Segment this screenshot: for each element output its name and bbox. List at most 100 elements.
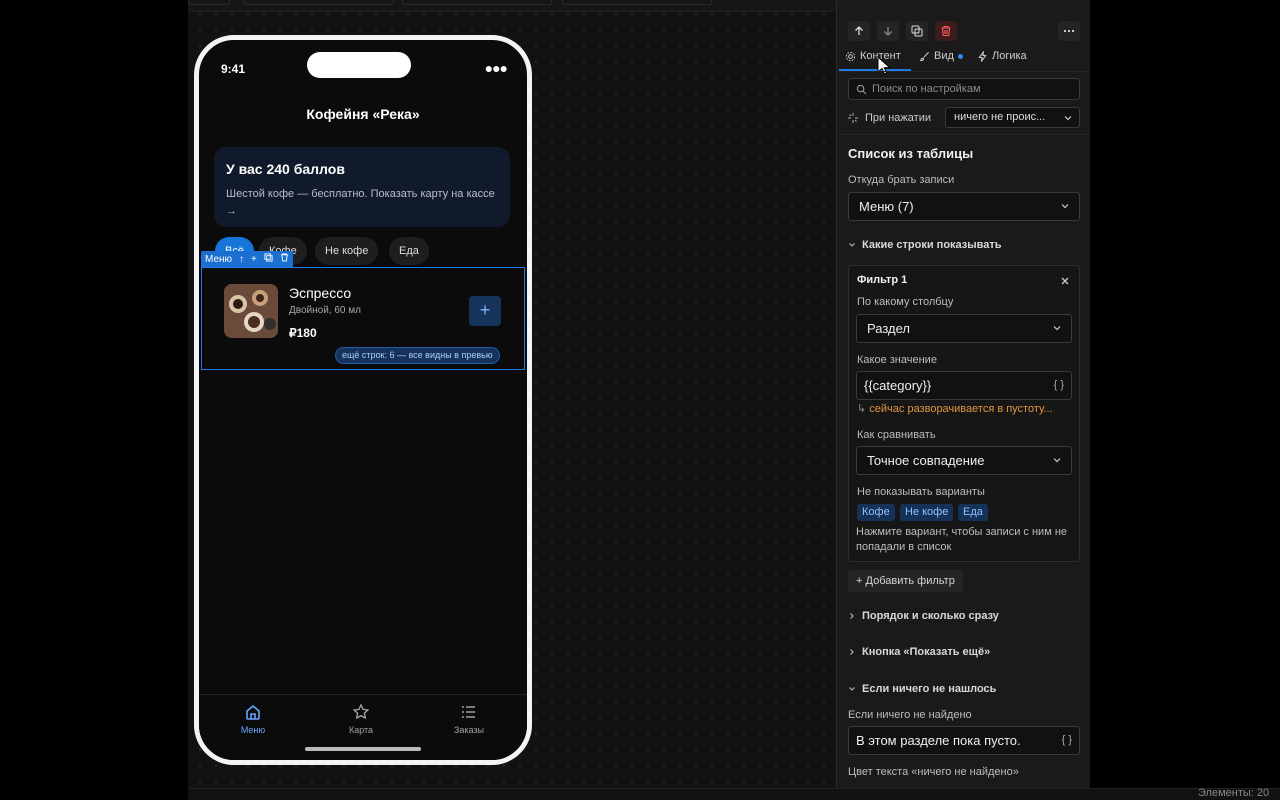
trash-icon (941, 25, 951, 37)
status-icons: ●●● (484, 60, 508, 76)
toolbar-slot[interactable] (188, 0, 230, 5)
exclude-option-food[interactable]: Еда (958, 504, 988, 521)
empty-section-label: Если ничего не нашлось (862, 683, 997, 695)
variable-icon[interactable]: { } (1054, 372, 1064, 399)
points-title: У вас 240 баллов (226, 161, 345, 177)
rows-section-toggle[interactable]: Какие строки показывать (848, 239, 1002, 251)
column-label: По какому столбцу (857, 296, 954, 308)
plus-icon: + (856, 575, 863, 587)
tab-logic-label: Логика (992, 50, 1027, 62)
gear-icon (845, 51, 856, 61)
exclude-hint: Нажмите вариант, чтобы записи с ним не п… (856, 526, 1068, 553)
more-dots-icon (1063, 29, 1075, 33)
rows-section-label: Какие строки показывать (862, 239, 1002, 251)
tab-logic[interactable]: Логика (977, 50, 1027, 62)
toolbar-slot[interactable] (244, 0, 394, 5)
toolbar-slot[interactable] (402, 0, 552, 5)
chip-food[interactable]: Еда (389, 237, 429, 265)
chevron-down-icon (1053, 326, 1061, 331)
points-subtitle: Шестой кофе — бесплатно. Показать карту … (226, 188, 495, 217)
source-label: Откуда брать записи (848, 174, 955, 186)
exclude-option-coffee[interactable]: Кофе (857, 504, 895, 521)
duplicate-button[interactable] (906, 21, 928, 41)
filter-title: Фильтр 1 (857, 274, 908, 286)
variable-icon[interactable]: { } (1062, 727, 1072, 754)
move-up-button[interactable] (848, 21, 870, 41)
outer-background (1090, 0, 1280, 788)
chevron-right-icon (850, 649, 854, 655)
value-label: Какое значение (857, 354, 937, 366)
chip-not-coffee[interactable]: Не кофе (315, 237, 379, 265)
dynamic-island (307, 52, 411, 78)
source-value: Меню (7) (859, 199, 914, 214)
selection-toolbar: Меню ↑ + (201, 251, 293, 267)
points-card[interactable]: У вас 240 баллов Шестой кофе — бесплатно… (214, 147, 510, 227)
tab-content[interactable]: Контент (845, 50, 901, 62)
value-warning: ↳ сейчас разворачивается в пустоту... (857, 402, 1053, 415)
espresso-photo (224, 284, 278, 338)
move-down-button[interactable] (877, 21, 899, 41)
hide-label: Не показывать варианты (857, 486, 985, 498)
delete-icon[interactable] (280, 253, 289, 265)
panel-tabs: Контент Вид Логика (837, 44, 1091, 75)
sparkle-icon (848, 113, 858, 123)
order-section-toggle[interactable]: Порядок и сколько сразу (848, 610, 999, 622)
exclude-option-not-coffee[interactable]: Не кофе (900, 504, 954, 521)
tab-view-label: Вид (934, 50, 954, 62)
tab-view[interactable]: Вид (919, 50, 963, 62)
tab-orders[interactable]: Заказы (415, 703, 523, 735)
more-button-section-toggle[interactable]: Кнопка «Показать ещё» (848, 646, 990, 658)
color-label: Цвет текста «ничего не найдено» (848, 766, 1019, 778)
on-click-row: При нажатии ничего не проис... (847, 107, 1081, 129)
column-select[interactable]: Раздел (856, 314, 1072, 343)
delete-button[interactable] (935, 21, 957, 41)
tab-menu[interactable]: Меню (199, 703, 307, 735)
editor-screen: 9:41 ●●● Кофейня «Река» У вас 240 баллов… (0, 0, 1280, 800)
divider (837, 71, 1091, 72)
tab-card-label: Карта (348, 725, 374, 735)
return-arrow-icon: ↳ (857, 403, 867, 415)
more-options-button[interactable] (1058, 21, 1080, 41)
add-filter-button[interactable]: + Добавить фильтр (848, 570, 963, 592)
compare-select[interactable]: Точное совпадение (856, 446, 1072, 475)
unsaved-dot (957, 53, 963, 59)
add-icon[interactable]: + (251, 254, 257, 265)
move-up-icon[interactable]: ↑ (239, 254, 244, 265)
empty-text-input[interactable]: В этом разделе пока пусто. { } (848, 726, 1080, 755)
more-rows-badge: ещё строк: 6 — все видны в превью (335, 347, 500, 364)
empty-section-toggle[interactable]: Если ничего не нашлось (848, 683, 996, 695)
top-toolbar-strip (188, 0, 836, 12)
source-select[interactable]: Меню (7) (848, 192, 1080, 221)
chevron-right-icon (850, 613, 854, 619)
duplicate-icon[interactable] (264, 253, 273, 265)
tab-orders-label: Заказы (453, 725, 485, 735)
menu-list-selected[interactable]: Эспрессо Двойной, 60 мл ₽180 + ещё строк… (201, 267, 525, 370)
status-bar: Элементы: 20 (188, 787, 1280, 800)
elements-count: Элементы: 20 (1198, 787, 1270, 799)
lightning-icon (978, 50, 987, 62)
search-placeholder: Поиск по настройкам (872, 83, 981, 95)
search-icon (856, 84, 867, 94)
mouse-cursor-icon (877, 56, 891, 75)
tab-card[interactable]: Карта (307, 703, 415, 735)
compare-label: Как сравнивать (857, 429, 936, 441)
selection-label: Меню (205, 253, 233, 265)
toolbar-slot[interactable] (562, 0, 712, 5)
value-text: {{category}} (864, 378, 932, 393)
settings-search-input[interactable]: Поиск по настройкам (848, 78, 1080, 100)
empty-label: Если ничего не найдено (848, 709, 972, 721)
chevron-down-icon (849, 687, 855, 691)
brush-icon (920, 51, 929, 61)
close-icon[interactable] (1060, 276, 1070, 286)
value-input[interactable]: {{category}} { } (856, 371, 1072, 400)
phone-preview: 9:41 ●●● Кофейня «Река» У вас 240 баллов… (194, 35, 532, 765)
column-value: Раздел (867, 321, 910, 336)
list-icon (462, 706, 475, 718)
tab-menu-label: Меню (240, 725, 266, 735)
add-to-cart-button[interactable]: + (469, 296, 501, 326)
chevron-down-icon (1061, 204, 1069, 209)
item-description: Двойной, 60 мл (289, 305, 361, 316)
on-click-select[interactable]: ничего не проис... (945, 107, 1080, 128)
home-icon (246, 704, 260, 720)
status-time: 9:41 (221, 62, 246, 76)
